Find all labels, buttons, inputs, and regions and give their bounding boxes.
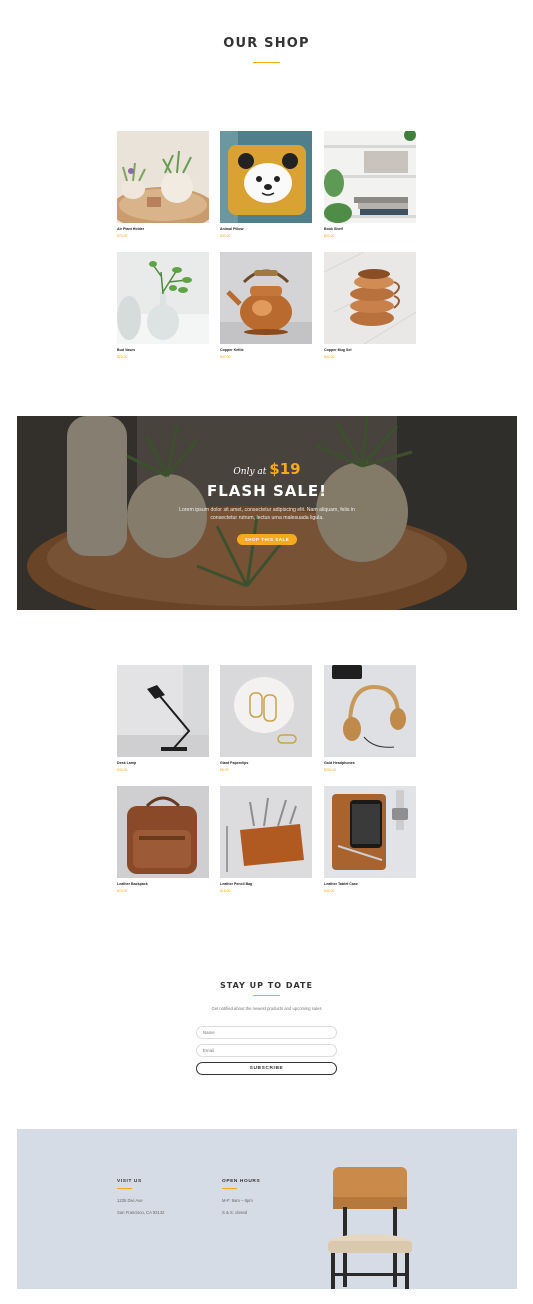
newsletter-title: STAY UP TO DATE bbox=[220, 981, 313, 990]
product-price: $18.00 bbox=[220, 889, 231, 893]
product-image[interactable] bbox=[324, 131, 416, 223]
product-card[interactable]: Animal Pillow $30.00 bbox=[220, 131, 312, 238]
only-at-text: Only at bbox=[233, 467, 267, 477]
address-line-2: San Francisco, CA 93132 bbox=[117, 1210, 165, 1215]
product-name[interactable]: Desk Lamp bbox=[117, 761, 136, 765]
banner-content: Only at $19 FLASH SALE! Lorem ipsum dolo… bbox=[17, 460, 517, 546]
name-field[interactable]: Name bbox=[196, 1026, 337, 1039]
page-title: OUR SHOP bbox=[223, 36, 310, 51]
hours-line-2: S & S: closed bbox=[222, 1210, 248, 1215]
product-card[interactable]: Copper Kettle $47.00 bbox=[220, 252, 312, 359]
product-image[interactable] bbox=[220, 131, 312, 223]
product-card[interactable]: Gold Headphones $200.00 bbox=[324, 665, 416, 772]
product-image[interactable] bbox=[220, 665, 312, 757]
address-line-1: 1235 Divi Ave bbox=[117, 1198, 143, 1203]
product-price: $40.00 bbox=[324, 889, 335, 893]
product-name[interactable]: Animal Pillow bbox=[220, 227, 243, 231]
product-card[interactable]: Air Plant Holder $75.00 bbox=[117, 131, 209, 238]
product-name[interactable]: Gold Headphones bbox=[324, 761, 355, 765]
product-price: $75.00 bbox=[117, 234, 128, 238]
newsletter-divider bbox=[253, 995, 280, 996]
shop-sale-button[interactable]: SHOP THIS SALE bbox=[236, 534, 298, 545]
product-image[interactable] bbox=[117, 252, 209, 344]
product-card[interactable]: Leather Tablet Case $40.00 bbox=[324, 786, 416, 893]
product-name[interactable]: Leather Pencil Bag bbox=[220, 882, 252, 886]
product-image[interactable] bbox=[117, 665, 209, 757]
product-card[interactable]: Leather Pencil Bag $18.00 bbox=[220, 786, 312, 893]
product-price: $90.00 bbox=[324, 234, 335, 238]
product-name[interactable]: Bud Vases bbox=[117, 348, 135, 352]
product-name[interactable]: Leather Tablet Case bbox=[324, 882, 358, 886]
product-name[interactable]: Copper Mug Set bbox=[324, 348, 352, 352]
product-price: $70.00 bbox=[117, 889, 128, 893]
title-divider bbox=[253, 62, 280, 63]
shop-page: OUR SHOP Air Plant Holder $75.00 Animal … bbox=[0, 0, 533, 1304]
product-price: $40.00 bbox=[117, 768, 128, 772]
product-image[interactable] bbox=[324, 786, 416, 878]
visit-us-divider bbox=[117, 1188, 132, 1189]
product-name[interactable]: Copper Kettle bbox=[220, 348, 244, 352]
sale-price: $19 bbox=[269, 460, 301, 478]
product-card[interactable]: Giant Paperclips $6.00 bbox=[220, 665, 312, 772]
flash-sale-text: Lorem ipsum dolor sit amet, consectetur … bbox=[179, 507, 355, 521]
product-card[interactable]: Bud Vases $25.00 bbox=[117, 252, 209, 359]
product-price: $40.00 bbox=[324, 355, 335, 359]
stool-image bbox=[328, 1167, 412, 1289]
email-field[interactable]: Email bbox=[196, 1044, 337, 1057]
product-name[interactable]: Leather Backpack bbox=[117, 882, 148, 886]
product-image[interactable] bbox=[117, 131, 209, 223]
footer: VISIT US 1235 Divi Ave San Francisco, CA… bbox=[17, 1129, 517, 1289]
product-name[interactable]: Air Plant Holder bbox=[117, 227, 144, 231]
product-card[interactable]: Leather Backpack $70.00 bbox=[117, 786, 209, 893]
product-name[interactable]: Book Shelf bbox=[324, 227, 343, 231]
product-price: $47.00 bbox=[220, 355, 231, 359]
visit-us-title: VISIT US bbox=[117, 1179, 142, 1184]
product-price: $25.00 bbox=[117, 355, 128, 359]
flash-sale-banner: Only at $19 FLASH SALE! Lorem ipsum dolo… bbox=[17, 416, 517, 610]
product-card[interactable]: Copper Mug Set $40.00 bbox=[324, 252, 416, 359]
product-image[interactable] bbox=[220, 252, 312, 344]
product-image[interactable] bbox=[324, 665, 416, 757]
flash-sale-title: FLASH SALE! bbox=[206, 482, 328, 500]
subscribe-button[interactable]: SUBSCRIBE bbox=[196, 1062, 337, 1075]
newsletter-subtitle: Get notified about the newest products a… bbox=[211, 1006, 322, 1011]
open-hours-divider bbox=[222, 1188, 237, 1189]
sale-price-line: Only at $19 bbox=[17, 460, 517, 478]
product-price: $6.00 bbox=[220, 768, 229, 772]
product-image[interactable] bbox=[324, 252, 416, 344]
product-card[interactable]: Book Shelf $90.00 bbox=[324, 131, 416, 238]
product-card[interactable]: Desk Lamp $40.00 bbox=[117, 665, 209, 772]
product-name[interactable]: Giant Paperclips bbox=[220, 761, 248, 765]
open-hours-title: OPEN HOURS bbox=[222, 1179, 261, 1184]
product-image[interactable] bbox=[117, 786, 209, 878]
product-image[interactable] bbox=[220, 786, 312, 878]
hours-line-1: M-F: 9am – 6pm bbox=[222, 1198, 253, 1203]
product-price: $30.00 bbox=[220, 234, 231, 238]
product-price: $200.00 bbox=[324, 768, 337, 772]
